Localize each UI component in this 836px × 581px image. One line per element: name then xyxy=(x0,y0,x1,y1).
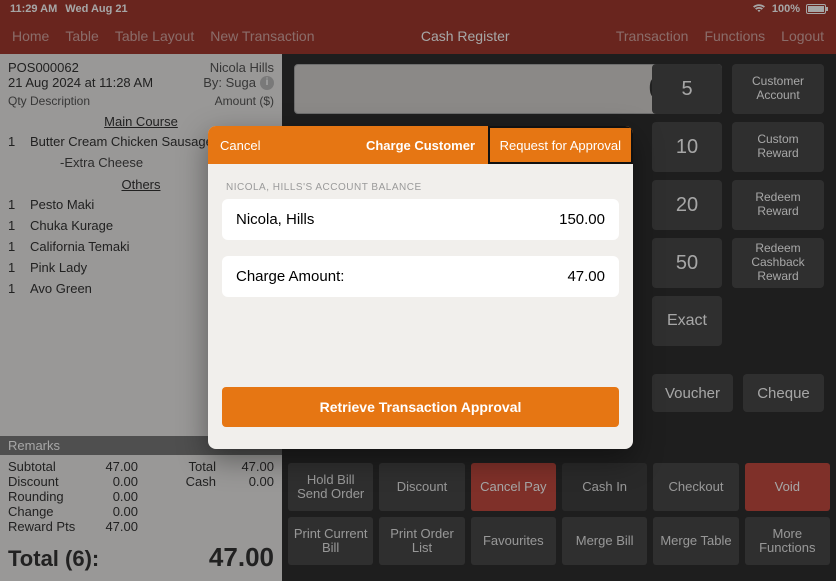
charge-amount-value: 47.00 xyxy=(567,268,605,285)
request-approval-button[interactable]: Request for Approval xyxy=(488,126,633,164)
account-name: Nicola, Hills xyxy=(236,211,559,228)
charge-customer-modal: Cancel Charge Customer Request for Appro… xyxy=(208,126,633,449)
account-balance-label: NICOLA, HILLS'S ACCOUNT BALANCE xyxy=(226,182,619,193)
retrieve-approval-button[interactable]: Retrieve Transaction Approval xyxy=(222,387,619,427)
modal-cancel-button[interactable]: Cancel xyxy=(208,126,272,164)
account-balance-card: Nicola, Hills 150.00 xyxy=(222,199,619,240)
charge-amount-label: Charge Amount: xyxy=(236,268,567,285)
charge-amount-card: Charge Amount: 47.00 xyxy=(222,256,619,297)
account-balance: 150.00 xyxy=(559,211,605,228)
